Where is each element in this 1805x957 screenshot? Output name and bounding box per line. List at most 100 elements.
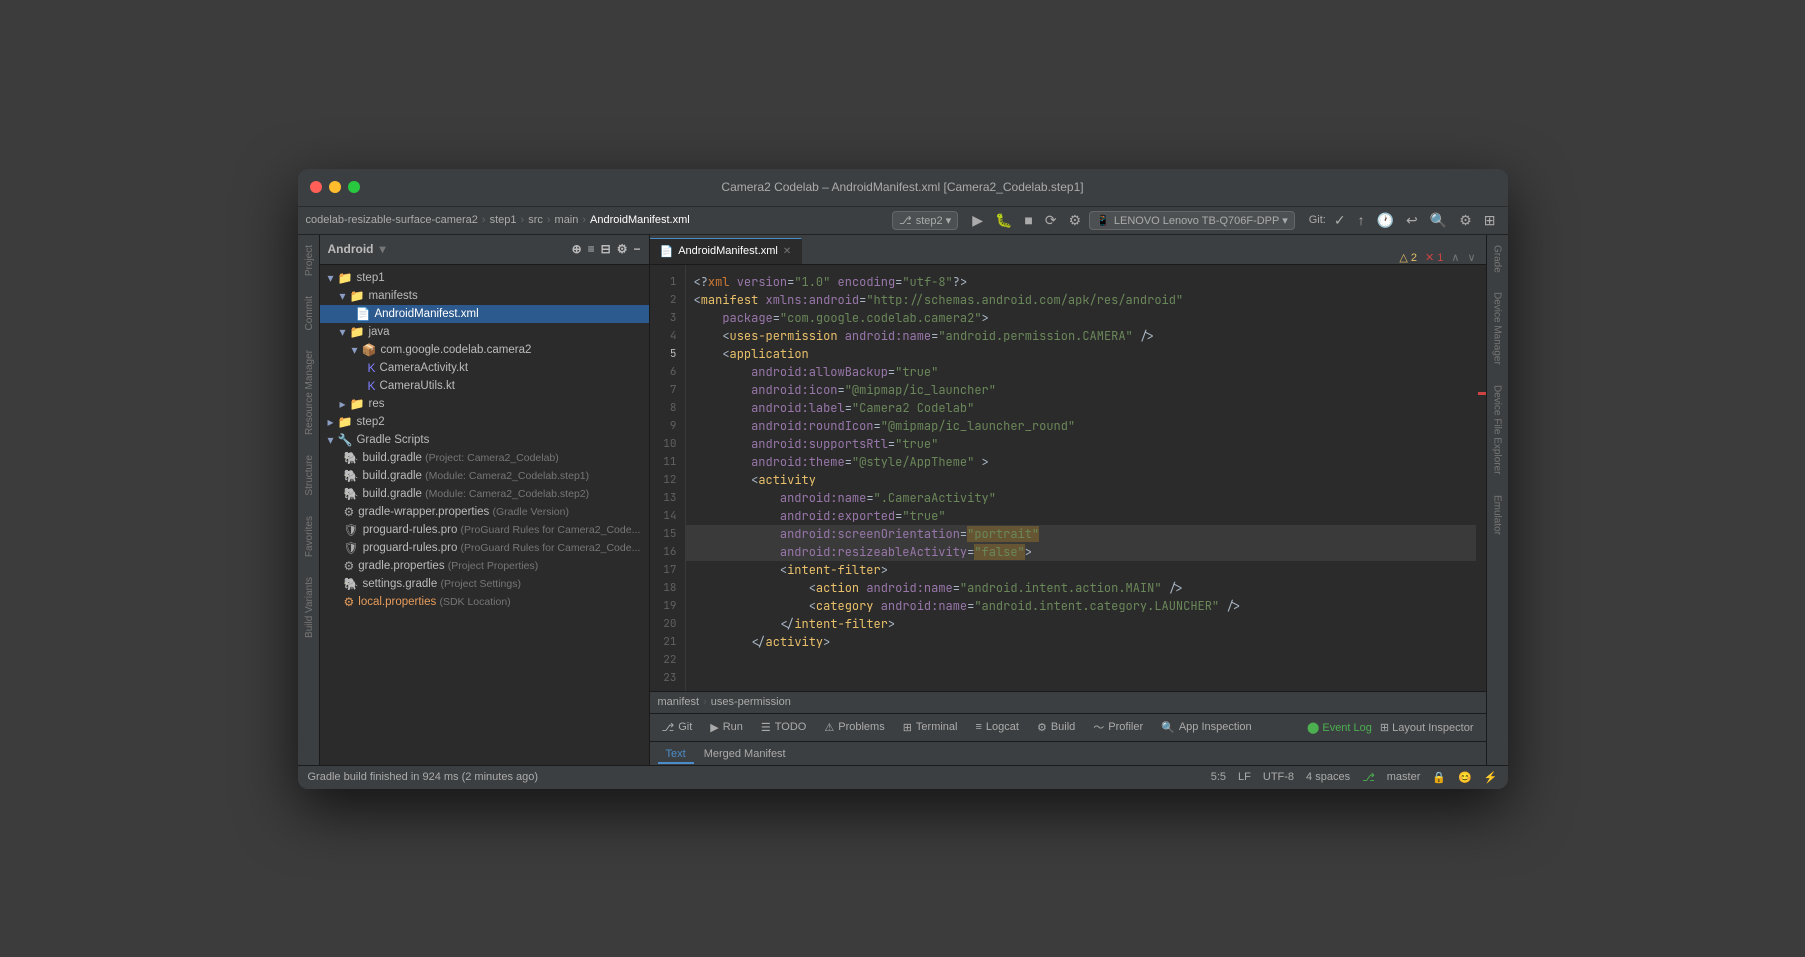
content-tab-text[interactable]: Text: [658, 746, 694, 764]
tree-item-gradle-properties[interactable]: ⚙ gradle.properties (Project Properties): [320, 557, 649, 575]
run-button[interactable]: ▶: [968, 210, 987, 231]
chevron-right-icon: ▸: [340, 397, 346, 411]
content-tab-merged-manifest[interactable]: Merged Manifest: [696, 746, 794, 764]
layout-button[interactable]: ⊞: [1480, 210, 1500, 231]
tree-item-androidmanifest[interactable]: 📄 AndroidManifest.xml: [320, 305, 649, 323]
close-button[interactable]: [310, 181, 322, 193]
bottom-tab-todo[interactable]: ☰ TODO: [753, 715, 814, 739]
breadcrumb-file[interactable]: AndroidManifest.xml: [590, 214, 690, 226]
settings2-button[interactable]: ⚙: [1455, 210, 1476, 231]
tree-item-manifests[interactable]: ▾ 📁 manifests: [320, 287, 649, 305]
main-content: Project Commit Resource Manager Structur…: [298, 235, 1508, 765]
package-icon: 📦: [362, 343, 377, 357]
code-content[interactable]: <?xml version="1.0" encoding="utf-8"?> <…: [686, 265, 1476, 691]
vtab-structure[interactable]: Structure: [298, 445, 319, 506]
tree-item-settings-gradle[interactable]: 🐘 settings.gradle (Project Settings): [320, 575, 649, 593]
tree-item-res[interactable]: ▸ 📁 res: [320, 395, 649, 413]
history-button[interactable]: 🕐: [1373, 210, 1398, 231]
tree-item-proguard-step2[interactable]: 🛡 proguard-rules.pro (ProGuard Rules for…: [320, 539, 649, 557]
settings-button[interactable]: ⚙: [1065, 210, 1086, 231]
vtab-favorites[interactable]: Favorites: [298, 506, 319, 567]
breadcrumb-main[interactable]: main: [555, 214, 579, 226]
breadcrumb-step1[interactable]: step1: [490, 214, 517, 226]
vtab-device-file-explorer[interactable]: Device File Explorer: [1488, 375, 1507, 484]
props-file-icon: ⚙: [344, 559, 355, 573]
minimize-button[interactable]: [329, 181, 341, 193]
code-line-12: android:supportsRtl="true": [686, 435, 1476, 453]
vtab-project[interactable]: Project: [298, 235, 319, 286]
tree-item-proguard-step1[interactable]: 🛡 proguard-rules.pro (ProGuard Rules for…: [320, 521, 649, 539]
bottom-tab-run[interactable]: ▶ Run: [702, 715, 751, 739]
panel-expand-icon[interactable]: ≡: [588, 242, 595, 256]
panel-locate-icon[interactable]: ⊕: [572, 242, 582, 256]
breadcrumb-src[interactable]: src: [528, 214, 543, 226]
bottom-tab-build[interactable]: ⚙ Build: [1029, 715, 1083, 739]
tree-item-local-properties[interactable]: ⚙ local.properties (SDK Location): [320, 593, 649, 611]
scrollbar-gutter[interactable]: [1476, 265, 1486, 691]
vtab-build-variants[interactable]: Build Variants: [298, 567, 319, 648]
code-editor[interactable]: 1 2 3 4 5 6 7 8 9 10 11 12 13 14 15 16 1: [650, 265, 1486, 691]
sync-button[interactable]: ⟳: [1041, 210, 1061, 231]
bottom-tab-terminal[interactable]: ⊞ Terminal: [895, 715, 966, 739]
code-line-10: android:label="Camera2 Codelab": [686, 399, 1476, 417]
vtab-emulator[interactable]: Emulator: [1488, 485, 1507, 545]
code-line-5: <uses-permission android:name="android.p…: [686, 327, 1476, 345]
event-log-button[interactable]: ⬤ Event Log: [1307, 721, 1372, 734]
tree-item-camera-utils[interactable]: K CameraUtils.kt: [320, 377, 649, 395]
android-dropdown-icon[interactable]: ▾: [380, 242, 386, 256]
kt-file-icon: K: [368, 379, 376, 393]
breadcrumb-sep-4: ›: [582, 214, 586, 226]
panel-close-icon[interactable]: −: [633, 242, 640, 256]
tree-item-label: CameraActivity.kt: [380, 362, 469, 374]
indent-label: 4 spaces: [1306, 771, 1350, 783]
panel-filter-icon[interactable]: ⊟: [601, 242, 611, 256]
vtab-device-manager[interactable]: Device Manager: [1488, 282, 1507, 375]
debug-button[interactable]: 🐛: [991, 210, 1016, 231]
git-push[interactable]: ↑: [1354, 210, 1369, 230]
folder-icon: 📁: [350, 289, 365, 303]
maximize-button[interactable]: [348, 181, 360, 193]
status-message: Gradle build finished in 924 ms (2 minut…: [308, 771, 539, 783]
tree-item-build-gradle-step2[interactable]: 🐘 build.gradle (Module: Camera2_Codelab.…: [320, 485, 649, 503]
tree-item-step1[interactable]: ▾ 📁 step1: [320, 269, 649, 287]
panel-settings-icon[interactable]: ⚙: [617, 242, 628, 256]
layout-inspector-button[interactable]: ⊞ Layout Inspector: [1380, 721, 1474, 734]
tree-item-package[interactable]: ▾ 📦 com.google.codelab.camera2: [320, 341, 649, 359]
branch-dropdown[interactable]: ⎇ step2 ▾: [892, 211, 958, 230]
bottom-tab-git[interactable]: ⎇ Git: [654, 715, 701, 739]
tree-item-build-gradle-step1[interactable]: 🐘 build.gradle (Module: Camera2_Codelab.…: [320, 467, 649, 485]
breadcrumb-uses-permission: uses-permission: [711, 696, 791, 708]
device-label: LENOVO Lenovo TB-Q706F-DPP ▾: [1114, 214, 1288, 227]
bottom-tab-problems[interactable]: ⚠ Problems: [816, 715, 892, 739]
branch-name: master: [1387, 771, 1421, 783]
vtab-resource-manager[interactable]: Resource Manager: [298, 340, 319, 445]
undo-button[interactable]: ↩: [1402, 210, 1422, 231]
bottom-tab-app-inspection[interactable]: 🔍 App Inspection: [1153, 715, 1259, 739]
proguard-file-icon: 🛡: [344, 541, 359, 555]
code-line-19: <intent-filter>: [686, 561, 1476, 579]
stop-button[interactable]: ■: [1020, 210, 1036, 230]
vtab-commit[interactable]: Commit: [298, 286, 319, 340]
bottom-tab-label: Build: [1051, 721, 1075, 733]
vtab-grade[interactable]: Grade: [1488, 235, 1507, 283]
main-window: Camera2 Codelab – AndroidManifest.xml [C…: [298, 169, 1508, 789]
tree-item-java[interactable]: ▾ 📁 java: [320, 323, 649, 341]
breadcrumb-project[interactable]: codelab-resizable-surface-camera2: [306, 214, 478, 226]
gradle-file-icon: 🐘: [344, 487, 359, 501]
bottom-tab-logcat[interactable]: ≡ Logcat: [968, 715, 1027, 739]
project-panel: Android ▾ ⊕ ≡ ⊟ ⚙ − ▾ 📁 step1: [320, 235, 650, 765]
search-button[interactable]: 🔍: [1426, 210, 1451, 231]
tab-close-icon[interactable]: ✕: [783, 246, 791, 257]
bottom-tab-profiler[interactable]: 〜 Profiler: [1085, 715, 1151, 739]
git-commit[interactable]: ✓: [1330, 210, 1350, 231]
tree-item-gradle-scripts[interactable]: ▾ 🔧 Gradle Scripts: [320, 431, 649, 449]
tree-item-gradle-wrapper[interactable]: ⚙ gradle-wrapper.properties (Gradle Vers…: [320, 503, 649, 521]
device-dropdown[interactable]: 📱 LENOVO Lenovo TB-Q706F-DPP ▾: [1089, 211, 1295, 230]
warning-count: △ 2: [1399, 251, 1417, 264]
tree-item-build-gradle-project[interactable]: 🐘 build.gradle (Project: Camera2_Codelab…: [320, 449, 649, 467]
folder-icon: 📁: [338, 271, 353, 285]
editor-tab-manifest[interactable]: 📄 AndroidManifest.xml ✕: [650, 238, 803, 264]
tab-file-icon: 📄: [660, 245, 674, 258]
tree-item-camera-activity[interactable]: K CameraActivity.kt: [320, 359, 649, 377]
tree-item-step2[interactable]: ▸ 📁 step2: [320, 413, 649, 431]
